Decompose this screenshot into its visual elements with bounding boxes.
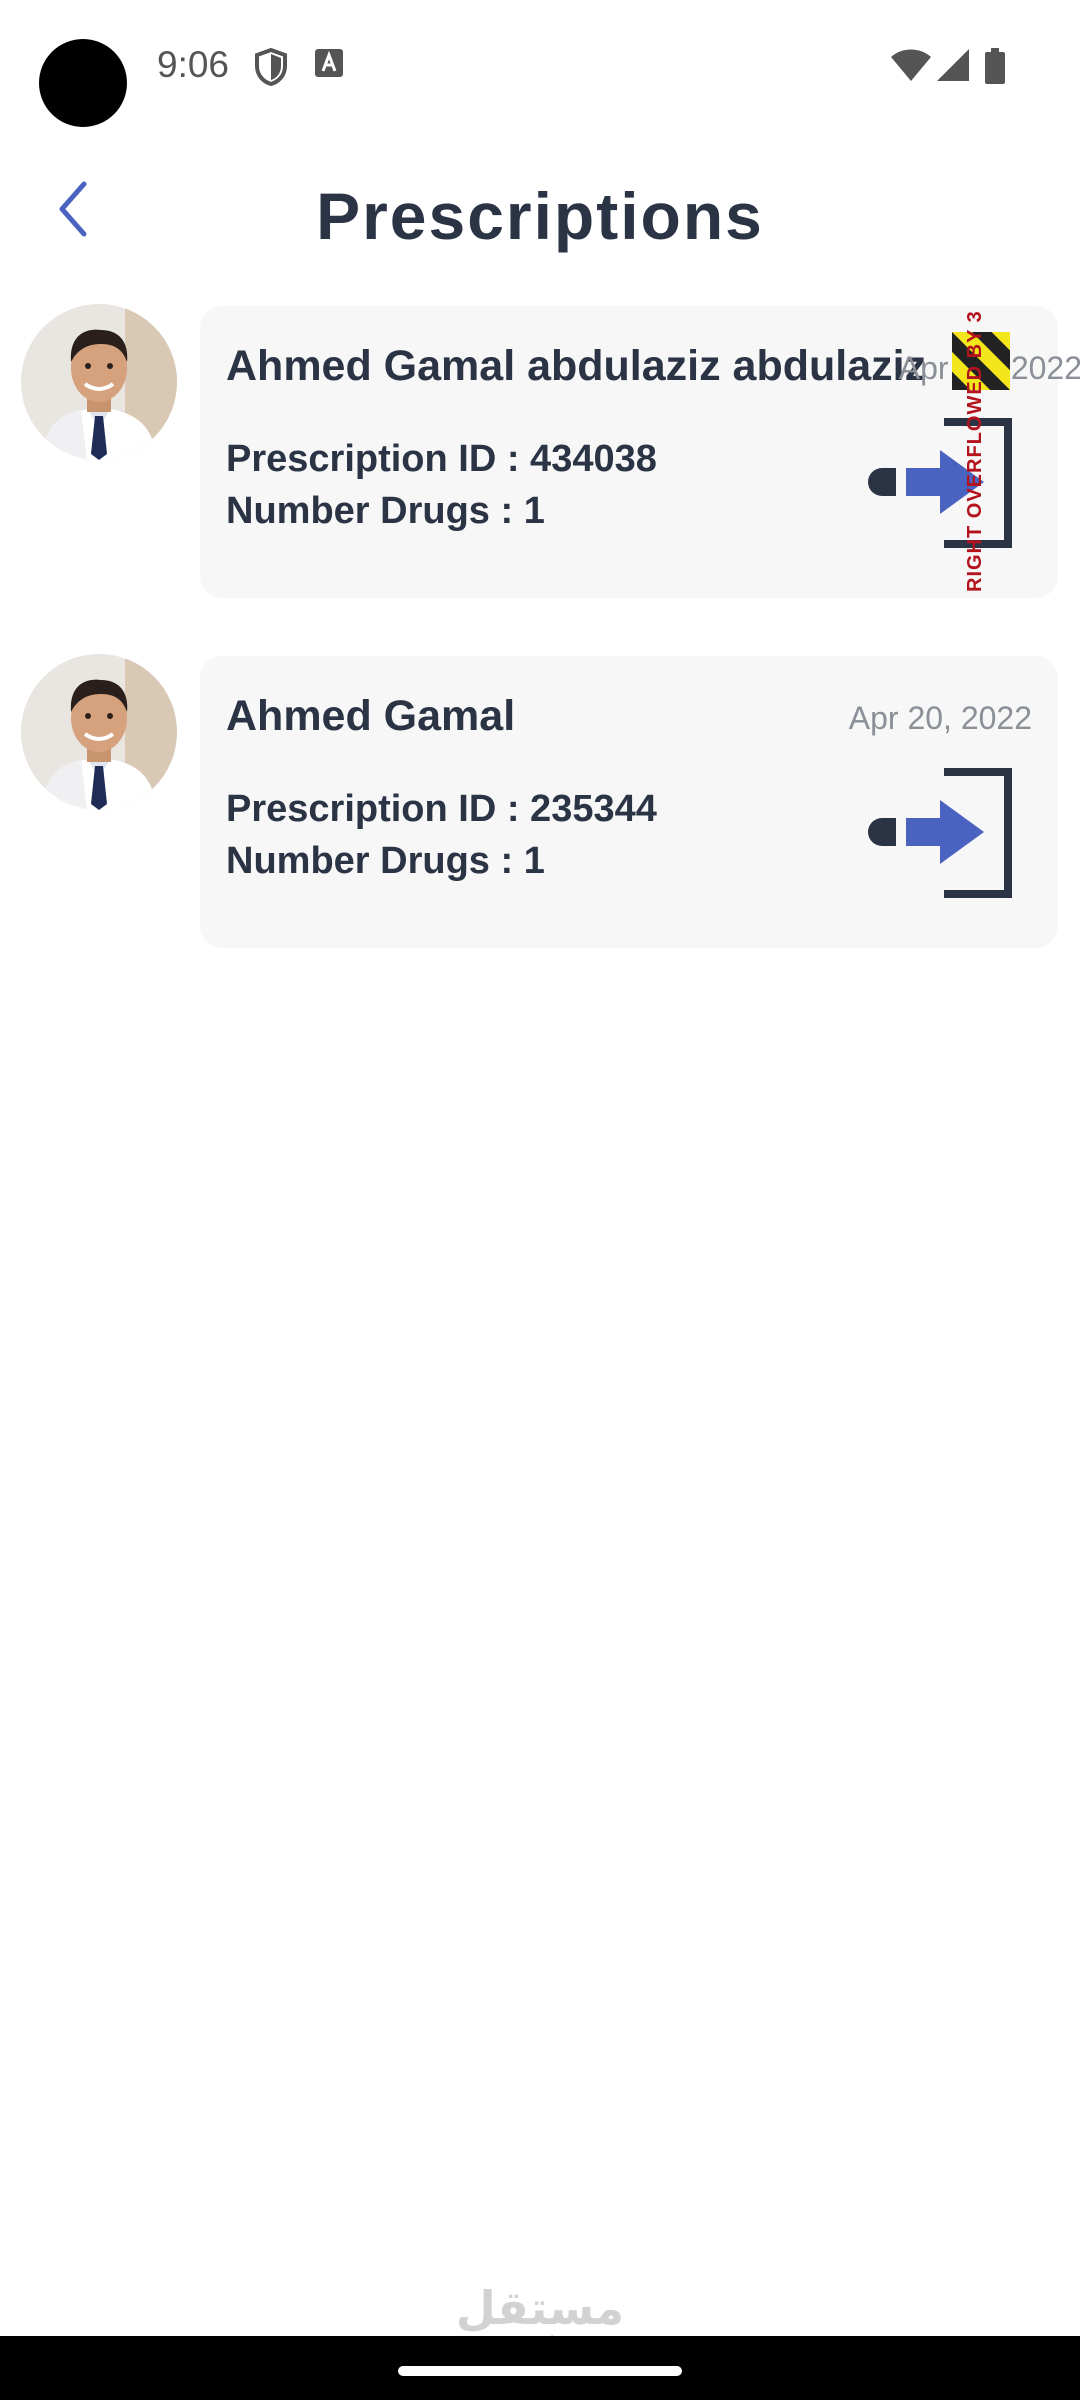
- prescription-date: Apr 20, 2022: [848, 700, 1032, 736]
- prescription-id: Prescription ID : 434038: [226, 438, 657, 480]
- page-title: Prescriptions: [316, 179, 764, 253]
- number-drugs: Number Drugs : 1: [226, 840, 545, 882]
- status-bar: 9:06: [0, 0, 1080, 135]
- signal-icon: [937, 49, 969, 81]
- prescription-row[interactable]: Ahmed Gamal Apr 20, 2022 Prescription ID…: [0, 654, 1080, 954]
- system-nav-bar: [0, 2336, 1080, 2400]
- home-gesture-handle[interactable]: [398, 2366, 682, 2376]
- doctor-avatar: [21, 304, 177, 460]
- prescription-card[interactable]: Ahmed Gamal Apr 20, 2022 Prescription ID…: [200, 656, 1058, 948]
- login-arrow-icon[interactable]: [868, 418, 1018, 548]
- prescription-row[interactable]: Ahmed Gamal abdulaziz abdulaziz Apr 20, …: [0, 304, 1080, 604]
- text-input-icon: [315, 49, 343, 77]
- status-time: 9:06: [157, 44, 230, 85]
- camera-cutout: [39, 39, 127, 127]
- doctor-avatar: [21, 654, 177, 810]
- wifi-icon: [891, 49, 931, 81]
- prescription-id: Prescription ID : 235344: [226, 788, 657, 830]
- doctor-name: Ahmed Gamal abdulaziz abdulaziz: [226, 342, 927, 390]
- battery-icon: [985, 48, 1005, 84]
- doctor-name: Ahmed Gamal: [226, 692, 516, 740]
- number-drugs: Number Drugs : 1: [226, 490, 545, 532]
- watermark-arabic: مستقل: [455, 2282, 625, 2334]
- overflow-warning-text: RIGHT OVERFLOWED BY 3: [964, 310, 986, 592]
- shield-icon: [255, 48, 287, 86]
- prescription-card[interactable]: Ahmed Gamal abdulaziz abdulaziz Apr 20, …: [200, 306, 1080, 598]
- login-arrow-icon[interactable]: [868, 768, 1018, 898]
